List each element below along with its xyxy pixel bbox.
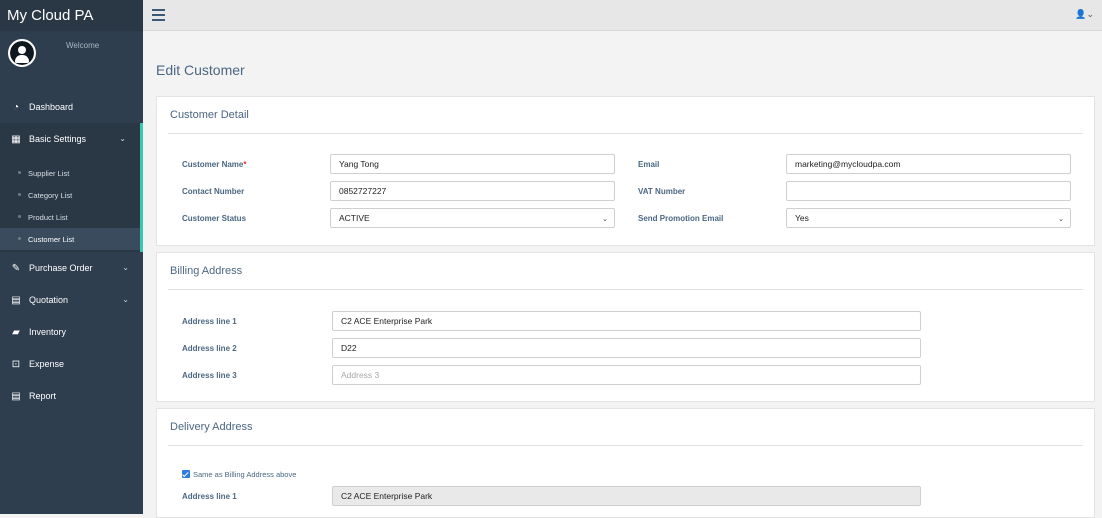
billing-line2-input[interactable]: D22 [332,338,921,358]
book-icon: ▰ [12,326,20,338]
divider [168,133,1083,134]
contact-number-label: Contact Number [182,187,245,196]
send-promotion-label: Send Promotion Email [638,214,724,223]
customer-detail-panel: Customer Detail Customer Name* Yang Tong… [156,96,1095,246]
sidebar-item-label: Inventory [29,327,67,337]
billing-line1-label: Address line 1 [182,317,237,326]
top-bar: 👤⌄ [143,0,1102,31]
customer-name-label: Customer Name* [182,160,247,169]
chevron-down-icon: ⌄ [122,263,129,272]
email-label: Email [638,160,660,169]
sidebar-item-inventory[interactable]: ▰ Inventory [0,316,143,348]
sidebar: My Cloud PA Welcome ◔ Dashboard ▦ Basic … [0,0,143,514]
chevron-down-icon: ⌄ [602,216,608,223]
delivery-address-panel: Delivery Address Same as Billing Address… [156,408,1095,518]
user-menu-icon[interactable]: 👤⌄ [1075,9,1094,20]
sidebar-item-supplier-list[interactable]: Supplier List [0,162,140,184]
sidebar-item-dashboard[interactable]: ◔ Dashboard [0,91,143,123]
vat-number-label: VAT Number [638,187,686,196]
chevron-down-icon: ⌄ [1058,216,1064,223]
billing-line1-input[interactable]: C2 ACE Enterprise Park [332,311,921,331]
send-promotion-select[interactable]: Yes ⌄ [786,208,1071,228]
vat-number-input[interactable] [786,181,1071,201]
sidebar-item-basic-settings[interactable]: ▦ Basic Settings ⌄ [0,123,143,155]
sidebar-item-product-list[interactable]: Product List [0,206,140,228]
chevron-down-icon: ⌄ [119,134,126,143]
user-panel: Welcome [0,31,143,91]
delivery-line1-input[interactable]: C2 ACE Enterprise Park [332,486,921,506]
billing-address-panel: Billing Address Address line 1 C2 ACE En… [156,252,1095,402]
customer-status-select[interactable]: ACTIVE ⌄ [330,208,615,228]
sidebar-item-report[interactable]: ▤ Report [0,380,143,412]
sidebar-item-label: Expense [29,359,65,369]
divider [168,289,1083,290]
panel-title: Billing Address [170,265,243,277]
email-input[interactable]: marketing@mycloudpa.com [786,154,1071,174]
chevron-down-icon: ⌄ [122,295,129,304]
basic-settings-submenu: Supplier List Category List Product List… [0,155,143,252]
dashboard-icon: ◔ [12,101,20,113]
sidebar-item-label: Purchase Order [29,263,93,273]
money-icon: ⊡ [11,358,21,370]
app-brand[interactable]: My Cloud PA [0,0,143,31]
divider [168,445,1083,446]
contact-number-input[interactable]: 0852727227 [330,181,615,201]
send-promotion-value: Yes [795,213,809,223]
delivery-line1-label: Address line 1 [182,492,237,501]
file-icon: ▤ [11,294,21,306]
customer-status-value: ACTIVE [339,213,370,223]
sidebar-item-label: Quotation [29,295,69,305]
sidebar-item-customer-list[interactable]: Customer List [0,228,140,250]
table-icon: ▦ [11,133,21,145]
edit-icon: ✎ [11,262,21,274]
panel-title: Delivery Address [170,421,253,433]
sidebar-item-label: Basic Settings [29,134,87,144]
billing-line2-label: Address line 2 [182,344,237,353]
billing-line3-input[interactable]: Address 3 [332,365,921,385]
customer-status-label: Customer Status [182,214,247,223]
sidebar-item-quotation[interactable]: ▤ Quotation ⌄ [0,284,143,316]
main-content: Edit Customer Customer Detail Customer N… [143,31,1102,518]
panel-title: Customer Detail [170,109,249,121]
same-as-billing-checkbox[interactable] [182,470,190,478]
sidebar-item-label: Report [29,391,57,401]
page-title: Edit Customer [156,62,245,78]
sidebar-item-expense[interactable]: ⊡ Expense [0,348,143,380]
sidebar-item-category-list[interactable]: Category List [0,184,140,206]
avatar-icon [8,39,36,67]
sidebar-item-purchase-order[interactable]: ✎ Purchase Order ⌄ [0,252,143,284]
customer-name-input[interactable]: Yang Tong [330,154,615,174]
billing-line3-label: Address line 3 [182,371,237,380]
sidebar-item-label: Dashboard [29,102,74,112]
report-icon: ▤ [11,390,21,402]
welcome-text: Welcome [66,41,100,50]
same-as-billing-label[interactable]: Same as Billing Address above [193,470,296,479]
menu-toggle-icon[interactable] [152,9,165,21]
